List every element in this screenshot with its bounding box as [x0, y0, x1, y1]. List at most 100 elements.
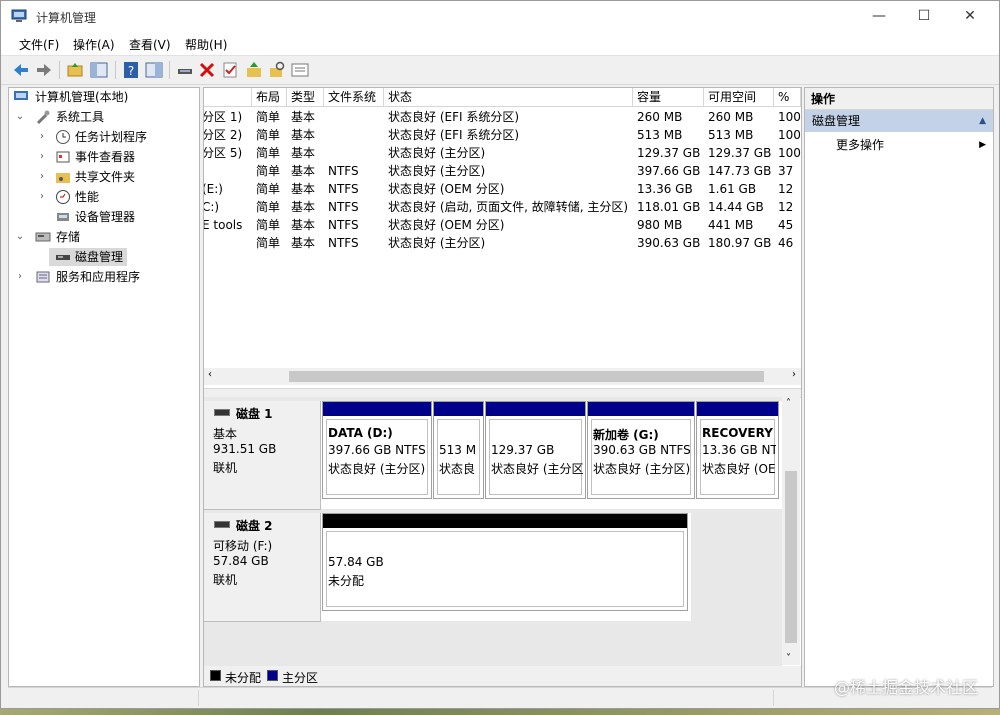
column-header-pct[interactable]: % [774, 88, 801, 107]
menu-bar: 文件(F) 操作(A) 查看(V) 帮助(H) [1, 31, 999, 56]
chevron-right-icon[interactable]: › [37, 148, 47, 166]
console-icon[interactable] [144, 60, 164, 80]
table-row[interactable]: (E:) 简单 基本 NTFS 状态良好 (OEM 分区) 13.36 GB 1.61 GB… [204, 180, 801, 198]
cell-fs: NTFS [328, 218, 359, 232]
partition-efi[interactable]: 513 M 状态良 [433, 401, 484, 499]
disk2-name: 磁盘 2 [236, 519, 273, 533]
disk1-kind: 基本 [213, 427, 238, 441]
close-button[interactable]: ✕ [947, 1, 993, 31]
cell-fs: NTFS [328, 236, 359, 250]
table-row[interactable]: 分区 5) 简单 基本 状态良好 (主分区) 129.37 GB 129.37 GB 100 [204, 144, 801, 162]
cell-free: 441 MB [708, 218, 754, 232]
partition-unallocated[interactable]: 57.84 GB 未分配 [322, 513, 688, 611]
column-header-capacity[interactable]: 容量 [633, 88, 704, 107]
partition-body [326, 531, 684, 607]
status-divider [773, 690, 774, 706]
scroll-right-icon[interactable]: › [792, 369, 796, 380]
cell-pct: 12 [778, 182, 794, 196]
partition-data-d[interactable]: DATA (D:) 397.66 GB NTFS 状态良好 (主分区) [322, 401, 432, 499]
chevron-down-icon[interactable]: ⌄ [15, 108, 25, 126]
menu-action[interactable]: 操作(A) [73, 36, 115, 53]
help-icon[interactable]: ? [121, 60, 141, 80]
column-header-volume[interactable] [204, 88, 252, 107]
column-header-type[interactable]: 类型 [287, 88, 324, 107]
vertical-scrollbar[interactable]: ˄ ˅ [782, 397, 800, 665]
scroll-down-icon[interactable]: ˅ [786, 653, 791, 664]
cell-pct: 37 [778, 164, 794, 178]
primary-partition-bar [434, 402, 483, 416]
chevron-right-icon[interactable]: › [37, 168, 47, 186]
chevron-right-icon[interactable]: › [37, 128, 47, 146]
column-header-layout[interactable]: 布局 [252, 88, 287, 107]
delete-icon[interactable] [197, 60, 217, 80]
disk1-info[interactable]: 磁盘 1 基本 931.51 GB 联机 [204, 401, 321, 510]
tree-disk-management[interactable]: 磁盘管理 [49, 248, 127, 266]
scroll-up-icon[interactable]: ˄ [786, 398, 791, 409]
chevron-down-icon[interactable]: ⌄ [15, 228, 25, 246]
scroll-left-icon[interactable]: ‹ [208, 369, 212, 380]
table-row[interactable]: C:) 简单 基本 NTFS 状态良好 (启动, 页面文件, 故障转储, 主分区) 118… [204, 198, 801, 216]
computer-management-icon [11, 9, 27, 22]
cell-capacity: 980 MB [637, 218, 683, 232]
performance-icon [56, 190, 70, 204]
actions-header: 操作 [805, 88, 993, 110]
disk-icon [214, 521, 230, 528]
horizontal-scrollbar[interactable]: ‹ › [204, 368, 801, 385]
menu-file[interactable]: 文件(F) [19, 36, 59, 53]
partition-new-volume-g[interactable]: 新加卷 (G:) 390.63 GB NTFS 状态良好 (主分区) [587, 401, 695, 499]
minimize-button[interactable]: — [856, 1, 902, 31]
menu-view[interactable]: 查看(V) [129, 36, 171, 53]
chevron-right-icon: ▶ [979, 140, 986, 150]
partition-unnamed[interactable]: 129.37 GB 状态良好 (主分区) [485, 401, 586, 499]
column-header-status[interactable]: 状态 [384, 88, 633, 107]
collapse-up-icon[interactable]: ▲ [979, 110, 986, 132]
cell-layout: 简单 [256, 182, 281, 196]
device-manager-icon [57, 213, 69, 221]
cell-pct: 100 [778, 146, 801, 160]
actions-section[interactable]: 磁盘管理 ▲ [805, 110, 993, 132]
cell-volume: E tools [204, 218, 243, 232]
partition-recovery[interactable]: RECOVERY 13.36 GB NTFS 状态良好 (OEM 分区) [696, 401, 779, 499]
import-icon[interactable] [244, 60, 264, 80]
connect-icon[interactable] [175, 60, 195, 80]
partition-title: DATA (D:) [328, 426, 393, 440]
menu-help[interactable]: 帮助(H) [185, 36, 227, 53]
table-row[interactable]: E tools 简单 基本 NTFS 状态良好 (OEM 分区) 980 MB 441 MB… [204, 216, 801, 234]
scroll-thumb[interactable] [785, 471, 797, 643]
scroll-thumb[interactable] [289, 371, 764, 382]
search-icon[interactable] [267, 60, 287, 80]
window: 计算机管理 — ☐ ✕ 文件(F) 操作(A) 查看(V) 帮助(H) ? 计算… [0, 0, 1000, 709]
properties-icon[interactable] [220, 60, 240, 80]
table-row[interactable]: 分区 2) 简单 基本 状态良好 (EFI 系统分区) 513 MB 513 MB 100 [204, 126, 801, 144]
cell-volume [204, 234, 252, 252]
cell-layout: 简单 [256, 146, 281, 160]
list-icon[interactable] [290, 60, 310, 80]
cell-type: 基本 [291, 128, 316, 142]
cell-capacity: 397.66 GB [637, 164, 701, 178]
chevron-right-icon[interactable]: › [15, 268, 25, 286]
more-actions-item[interactable]: 更多操作 ▶ [836, 136, 986, 154]
disk2-info[interactable]: 磁盘 2 可移动 (F:) 57.84 GB 联机 [204, 513, 321, 622]
cell-pct: 46 [778, 236, 794, 250]
partition-status: 状态良好 (OEM 分区) [702, 462, 776, 476]
cell-free: 14.44 GB [708, 200, 764, 214]
show-tree-icon[interactable] [89, 60, 109, 80]
cell-capacity: 260 MB [637, 110, 683, 124]
column-header-free[interactable]: 可用空间 [704, 88, 774, 107]
chevron-right-icon[interactable]: › [37, 188, 47, 206]
disk2-partitions: 57.84 GB 未分配 [321, 513, 691, 621]
table-row[interactable]: 简单 基本 NTFS 状态良好 (主分区) 390.63 GB 180.97 GB 46 [204, 234, 801, 252]
column-header-fs[interactable]: 文件系统 [324, 88, 384, 107]
up-folder-icon[interactable] [65, 60, 85, 80]
back-arrow-icon[interactable] [11, 60, 31, 80]
actions-section-label: 磁盘管理 [812, 114, 861, 128]
legend-primary: 主分区 [282, 671, 319, 685]
tree-label: 设备管理器 [75, 210, 136, 224]
table-row[interactable]: 简单 基本 NTFS 状态良好 (主分区) 397.66 GB 147.73 GB 37 [204, 162, 801, 180]
table-row[interactable]: 分区 1) 简单 基本 状态良好 (EFI 系统分区) 260 MB 260 MB 100 [204, 108, 801, 126]
cell-status: 状态良好 (启动, 页面文件, 故障转储, 主分区) [388, 200, 629, 214]
cell-free: 129.37 GB [708, 146, 772, 160]
cell-pct: 100 [778, 110, 801, 124]
maximize-button[interactable]: ☐ [901, 1, 947, 31]
forward-arrow-icon[interactable] [34, 60, 54, 80]
